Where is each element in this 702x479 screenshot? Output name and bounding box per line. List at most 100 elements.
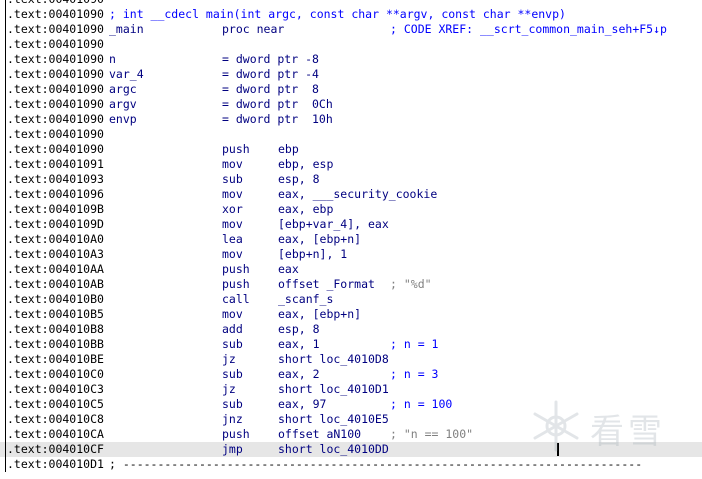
listing-row[interactable]: .text:004010A0 lea eax, [ebp+n] bbox=[0, 232, 702, 247]
listing-row[interactable]: .text:004010C3 jz short loc_4010D1 bbox=[0, 382, 702, 397]
address: .text:004010A3 bbox=[7, 247, 104, 261]
watermark-text: 看雪 bbox=[590, 412, 666, 452]
address: .text:00401090 bbox=[7, 82, 104, 96]
address: .text:004010C5 bbox=[7, 397, 104, 411]
mnemonic: sub bbox=[222, 367, 243, 381]
address: .text:00401090 bbox=[7, 127, 104, 141]
gutter-line bbox=[5, 0, 6, 7]
comment: ; CODE XREF: __scrt_common_main_seh+F5↓p bbox=[390, 22, 667, 36]
operand: [ebp+var_4], eax bbox=[278, 217, 389, 231]
listing-row[interactable]: .text:004010C0 sub eax, 2 ; n = 3 bbox=[0, 367, 702, 382]
kanxue-watermark: 看雪 bbox=[528, 398, 688, 454]
listing-row[interactable]: .text:00401090 bbox=[0, 127, 702, 142]
gutter-line bbox=[5, 367, 6, 382]
listing-row[interactable]: .text:004010AB push offset _Format ; "%d" bbox=[0, 277, 702, 292]
address: .text:004010AB bbox=[7, 277, 104, 291]
gutter-line bbox=[5, 337, 6, 352]
address: .text:0040109D bbox=[7, 217, 104, 231]
gutter-line bbox=[5, 22, 6, 37]
label: argc bbox=[109, 82, 137, 96]
listing-row[interactable]: .text:00401090 var_4 = dword ptr -4 bbox=[0, 67, 702, 82]
mnemonic: call bbox=[222, 292, 250, 306]
gutter-line bbox=[5, 457, 6, 472]
operand: short loc_4010D1 bbox=[278, 382, 389, 396]
gutter-line bbox=[5, 232, 6, 247]
listing-row[interactable]: .text:004010BB sub eax, 1 ; n = 1 bbox=[0, 337, 702, 352]
mnemonic: xor bbox=[222, 202, 243, 216]
operand: offset _Format bbox=[278, 277, 375, 291]
address: .text:00401090 bbox=[7, 142, 104, 156]
comment: ; "n == 100" bbox=[390, 427, 474, 441]
listing-row[interactable]: .text:004010D1 ; ------------------------… bbox=[0, 457, 702, 472]
address: .text:00401091 bbox=[7, 157, 104, 171]
listing-row[interactable]: .text:00401091 mov ebp, esp bbox=[0, 157, 702, 172]
listing-row[interactable]: .text:00401090 push ebp bbox=[0, 142, 702, 157]
gutter-line bbox=[5, 322, 6, 337]
gutter-line bbox=[5, 142, 6, 157]
mnemonic: add bbox=[222, 322, 243, 336]
gutter-line bbox=[5, 412, 6, 427]
gutter-line bbox=[5, 187, 6, 202]
listing-row[interactable]: .text:004010AA push eax bbox=[0, 262, 702, 277]
mnemonic: lea bbox=[222, 232, 243, 246]
listing-row[interactable]: .text:00401096 mov eax, ___security_cookie bbox=[0, 187, 702, 202]
listing-row[interactable]: .text:00401090 bbox=[0, 37, 702, 52]
gutter-line bbox=[5, 127, 6, 142]
address: .text:004010B0 bbox=[7, 292, 104, 306]
mnemonic: = dword ptr 0Ch bbox=[222, 97, 333, 111]
address: .text:004010BB bbox=[7, 337, 104, 351]
address: .text:004010B8 bbox=[7, 322, 104, 336]
address: .text:004010B5 bbox=[7, 307, 104, 321]
listing-row[interactable]: .text:004010BE jz short loc_4010D8 bbox=[0, 352, 702, 367]
operand: eax, ebp bbox=[278, 202, 334, 216]
gutter-line bbox=[5, 427, 6, 442]
gutter-line bbox=[5, 82, 6, 97]
address: .text:00401090 bbox=[7, 37, 104, 51]
listing-row[interactable]: .text:004010B0 call _scanf_s bbox=[0, 292, 702, 307]
gutter-line bbox=[5, 112, 6, 127]
operand: [ebp+n], 1 bbox=[278, 247, 348, 261]
gutter-line bbox=[5, 67, 6, 82]
listing-row[interactable]: .text:00401090 argc = dword ptr 8 bbox=[0, 82, 702, 97]
listing-row[interactable]: .text:00401090 argv = dword ptr 0Ch bbox=[0, 97, 702, 112]
snowflake-icon bbox=[533, 400, 579, 452]
label: envp bbox=[109, 112, 137, 126]
listing-row[interactable]: .text:00401090 _main proc near ; CODE XREF:… bbox=[0, 22, 702, 37]
listing-row[interactable]: .text:004010B8 add esp, 8 bbox=[0, 322, 702, 337]
operand: eax, 2 bbox=[278, 367, 320, 381]
comment: ; n = 100 bbox=[390, 397, 453, 411]
comment: ; "%d" bbox=[390, 277, 432, 291]
listing-row[interactable]: .text:00401093 sub esp, 8 bbox=[0, 172, 702, 187]
mnemonic: jmp bbox=[222, 442, 243, 456]
mnemonic: push bbox=[222, 427, 250, 441]
listing-row[interactable]: .text:00401090 bbox=[0, 0, 702, 7]
address: .text:004010D1 bbox=[7, 457, 104, 471]
listing-row[interactable]: .text:00401090 envp = dword ptr 10h bbox=[0, 112, 702, 127]
address: .text:00401090 bbox=[7, 22, 104, 36]
operand: eax, 97 bbox=[278, 397, 327, 411]
comment: ; n = 1 bbox=[390, 337, 439, 351]
label: _main bbox=[109, 22, 144, 36]
mnemonic: jnz bbox=[222, 412, 243, 426]
address: .text:004010C0 bbox=[7, 367, 104, 381]
mnemonic: = dword ptr -4 bbox=[222, 67, 319, 81]
operand: eax, [ebp+n] bbox=[278, 307, 362, 321]
listing-row[interactable]: .text:004010A3 mov [ebp+n], 1 bbox=[0, 247, 702, 262]
address: .text:00401090 bbox=[7, 112, 104, 126]
listing-row[interactable]: .text:0040109B xor eax, ebp bbox=[0, 202, 702, 217]
listing-row[interactable]: .text:004010B5 mov eax, [ebp+n] bbox=[0, 307, 702, 322]
mnemonic: mov bbox=[222, 217, 243, 231]
gutter-line bbox=[5, 442, 6, 457]
listing-row[interactable]: .text:00401090 ; int __cdecl main(int arg… bbox=[0, 7, 702, 22]
address: .text:004010AA bbox=[7, 262, 104, 276]
mnemonic: sub bbox=[222, 337, 243, 351]
gutter-line bbox=[5, 277, 6, 292]
listing-row[interactable]: .text:0040109D mov [ebp+var_4], eax bbox=[0, 217, 702, 232]
comment: ; n = 3 bbox=[390, 367, 439, 381]
listing-row[interactable]: .text:00401090 n = dword ptr -8 bbox=[0, 52, 702, 67]
mnemonic: mov bbox=[222, 187, 243, 201]
operand: _scanf_s bbox=[278, 292, 334, 306]
operand: ebp, esp bbox=[278, 157, 334, 171]
mnemonic: = dword ptr -8 bbox=[222, 52, 319, 66]
gutter-line bbox=[5, 262, 6, 277]
